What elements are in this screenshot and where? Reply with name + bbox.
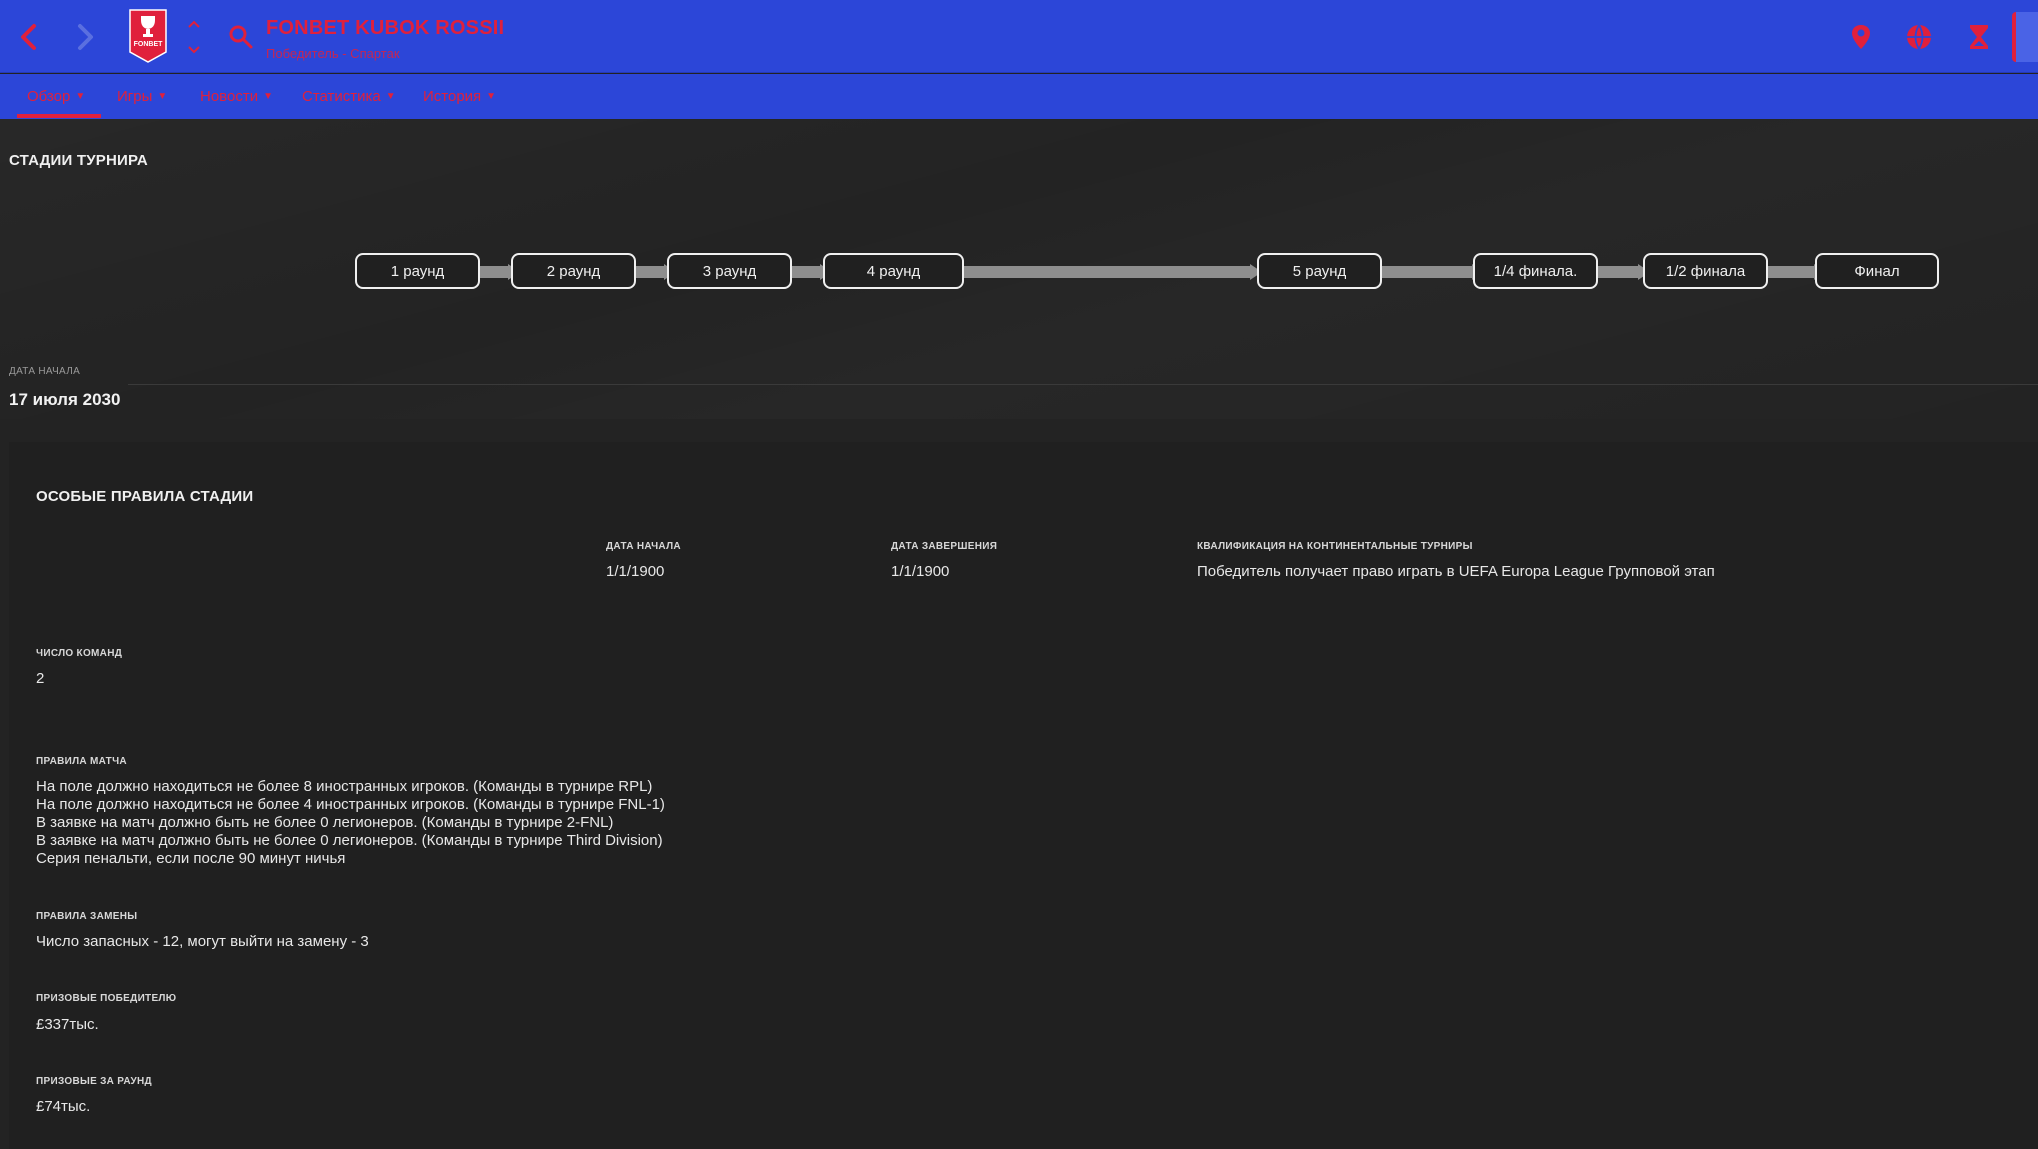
teams-count-value: 2 [36,670,45,687]
stage-connector [962,264,1262,280]
tab-statistics[interactable]: Статистика ▼ [302,88,396,105]
up-down-arrows-icon[interactable] [186,18,202,56]
tab-bar: Обзор ▼ Игры ▼ Новости ▼ Статистика ▼ Истори… [0,74,2038,119]
location-pin-icon[interactable] [1846,22,1876,52]
stages-section-title: СТАДИИ ТУРНИРА [9,152,148,169]
match-rule: В заявке на матч должно быть не более 0 … [36,832,663,849]
chevron-down-icon: ▼ [263,91,273,102]
stage-connector [1596,264,1650,280]
match-rules-list: На поле должно находиться не более 8 ино… [36,778,665,868]
stage-connector [634,264,676,280]
stage-connector [1766,264,1826,280]
chevron-down-icon: ▼ [385,91,396,102]
prize-winner-value: £337тыс. [36,1016,99,1033]
start-date-label: ДАТА НАЧАЛА [9,366,81,377]
globe-icon[interactable] [1904,22,1934,52]
prize-round-label: ПРИЗОВЫЕ ЗА РАУНД [36,1076,152,1087]
stage-connector [1380,264,1484,280]
stage-track: 1 раунд 2 раунд 3 раунд 4 раунд 5 раунд … [0,250,2038,295]
chevron-down-icon: ▼ [157,91,168,102]
qualification-label: КВАЛИФИКАЦИЯ НА КОНТИНЕНТАЛЬНЫЕ ТУРНИРЫ [1197,541,1473,552]
substitution-rules-label: ПРАВИЛА ЗАМЕНЫ [36,911,138,922]
stage-round-2[interactable]: 2 раунд [511,253,636,289]
stage-semi-final[interactable]: 1/2 финала [1643,253,1768,289]
stage-connector [478,264,520,280]
rules-section-title: ОСОБЫЕ ПРАВИЛА СТАДИИ [36,488,254,505]
qualification-value: Победитель получает право играть в UEFA … [1197,563,1715,580]
logo-text: FONBET [134,41,164,48]
active-tab-indicator [17,114,101,118]
side-panel-handle[interactable] [2012,12,2038,62]
competition-title: FONBET KUBOK ROSSII [266,17,505,39]
forward-arrow-icon[interactable] [70,18,100,56]
match-rules-label: ПРАВИЛА МАТЧА [36,756,127,767]
competition-logo[interactable]: FONBET [128,8,168,64]
stage-round-3[interactable]: 3 раунд [667,253,792,289]
search-icon[interactable] [228,24,254,50]
rules-start-label: ДАТА НАЧАЛА [606,541,681,552]
tab-news[interactable]: Новости ▼ [200,88,273,105]
hourglass-icon[interactable] [1964,22,1994,52]
start-date-value: 17 июля 2030 [9,390,121,409]
rules-start-value: 1/1/1900 [606,563,665,580]
teams-count-label: ЧИСЛО КОМАНД [36,648,123,659]
divider [128,384,2038,385]
tab-overview[interactable]: Обзор ▼ [27,88,85,105]
rules-end-value: 1/1/1900 [891,563,950,580]
stage-round-5[interactable]: 5 раунд [1257,253,1382,289]
prize-winner-label: ПРИЗОВЫЕ ПОБЕДИТЕЛЮ [36,993,177,1004]
stage-final[interactable]: Финал [1815,253,1939,289]
stage-round-1[interactable]: 1 раунд [355,253,480,289]
stage-connector [790,264,832,280]
chevron-down-icon: ▼ [486,91,497,102]
competition-subtitle: Победитель - Спартак [266,46,400,61]
match-rule: В заявке на матч должно быть не более 0 … [36,814,614,831]
tab-games[interactable]: Игры ▼ [117,88,167,105]
match-rule: Серия пенальти, если после 90 минут ничь… [36,850,346,867]
substitution-rules-value: Число запасных - 12, могут выйти на заме… [36,933,369,950]
tab-history[interactable]: История ▼ [423,88,496,105]
prize-round-value: £74тыс. [36,1098,91,1115]
match-rule: На поле должно находиться не более 8 ино… [36,778,653,795]
chevron-down-icon: ▼ [75,91,86,102]
stage-round-4[interactable]: 4 раунд [823,253,964,289]
rules-end-label: ДАТА ЗАВЕРШЕНИЯ [891,541,998,552]
match-rule: На поле должно находиться не более 4 ино… [36,796,665,813]
top-bar: FONBET FONBET KUBOK ROSSII Победитель - … [0,0,2038,73]
stage-quarter-final[interactable]: 1/4 финала. [1473,253,1598,289]
back-arrow-icon[interactable] [14,18,44,56]
